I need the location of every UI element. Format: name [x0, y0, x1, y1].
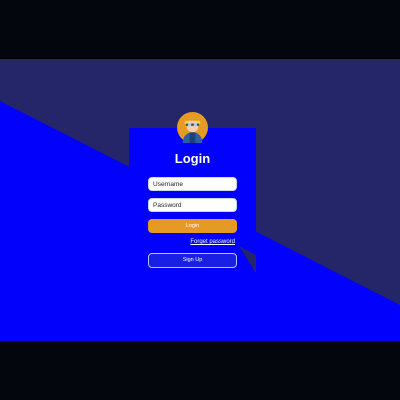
username-input[interactable] — [148, 177, 237, 191]
forgot-password-link[interactable]: Forget password — [180, 238, 235, 246]
page-title: Login — [174, 151, 211, 166]
sign-up-button[interactable]: Sign Up — [148, 253, 237, 268]
password-input[interactable] — [148, 198, 237, 212]
login-button[interactable]: Login — [148, 219, 237, 233]
user-avatar-icon — [177, 112, 208, 143]
